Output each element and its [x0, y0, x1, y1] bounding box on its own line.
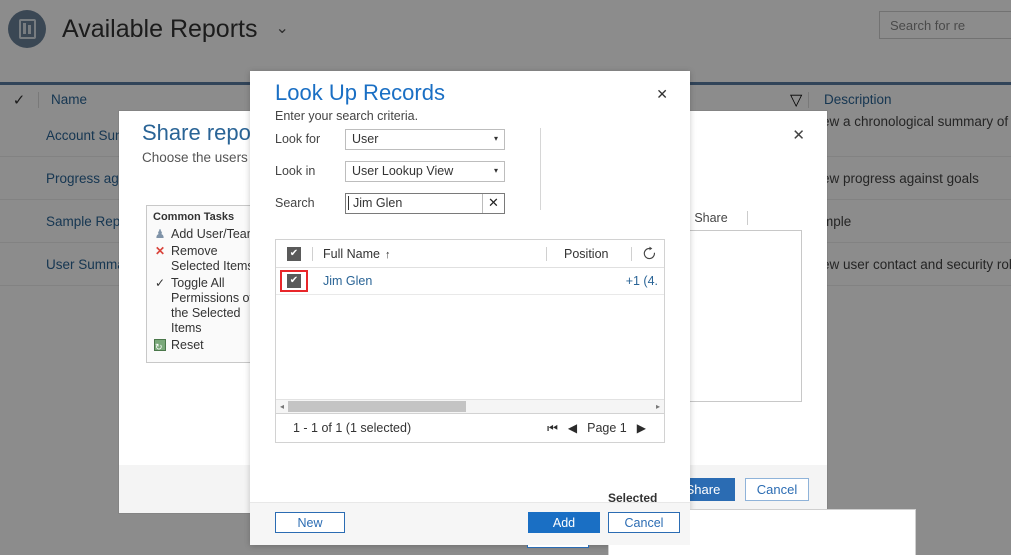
cancel-button[interactable]: Cancel: [608, 512, 680, 533]
common-task-reset[interactable]: ↻ Reset: [153, 338, 264, 353]
common-task-add-user-team[interactable]: ♟ Add User/Team: [153, 227, 264, 242]
select-all-checkbox[interactable]: ✔: [276, 247, 312, 261]
row-checkbox[interactable]: ✔: [276, 274, 312, 288]
first-page-icon[interactable]: ⏮: [547, 421, 558, 436]
report-description: ew user contact and security role inf: [812, 257, 1011, 272]
search-input[interactable]: Search for re: [879, 11, 1011, 39]
look-in-value: User Lookup View: [352, 164, 453, 178]
look-for-value: User: [352, 132, 378, 146]
report-book-icon: [8, 10, 46, 48]
results-pager: 1 - 1 of 1 (1 selected) ⏮ ◀ Page 1 ▶: [275, 414, 665, 443]
look-in-row: Look in User Lookup View ▾: [275, 158, 540, 184]
table-row[interactable]: ✔ Jim Glen +1 (4.: [276, 268, 664, 295]
close-icon[interactable]: ✕: [656, 87, 668, 101]
lookup-dialog-title: Look Up Records: [275, 80, 445, 106]
row-position: +1 (4.: [626, 274, 658, 288]
chevron-down-icon[interactable]: ⌄: [275, 21, 288, 37]
add-button[interactable]: Add: [528, 512, 600, 533]
refresh-icon[interactable]: [640, 244, 658, 262]
share-dialog-title: Share report: [142, 120, 264, 146]
cancel-button[interactable]: Cancel: [745, 478, 809, 501]
scrollbar-track[interactable]: [288, 401, 652, 412]
lookup-records-dialog: Look Up Records Enter your search criter…: [250, 71, 690, 545]
checkbox-checked-icon: ✔: [287, 274, 301, 288]
common-task-label: Reset: [171, 338, 204, 353]
column-separator: [747, 211, 748, 225]
column-header-position[interactable]: Position: [554, 247, 608, 261]
page-title: Available Reports: [62, 15, 257, 44]
results-grid-header: ✔ Full Name ↑ Position: [276, 240, 664, 268]
checkbox-checked-icon: ✔: [287, 247, 301, 261]
reset-icon: ↻: [153, 338, 167, 352]
column-header-name[interactable]: Name: [39, 92, 87, 107]
prev-page-icon[interactable]: ◀: [568, 421, 577, 435]
filter-icon[interactable]: ▽: [790, 90, 802, 110]
common-tasks-title: Common Tasks: [153, 211, 264, 223]
remove-x-icon: ✕: [153, 244, 167, 258]
close-icon[interactable]: ✕: [792, 128, 805, 143]
page-number-label: Page 1: [587, 421, 627, 435]
scroll-right-icon[interactable]: ▸: [652, 402, 664, 411]
chevron-down-icon: ▾: [494, 167, 498, 175]
lookup-search-form: Look for User ▾ Look in User Lookup View…: [275, 126, 540, 222]
scroll-left-icon[interactable]: ◂: [276, 402, 288, 411]
report-description: ew progress against goals: [812, 171, 979, 186]
pager-nav: ⏮ ◀ Page 1 ▶: [547, 421, 664, 436]
check-icon: ✓: [153, 276, 167, 290]
search-row: Search Jim Glen ✕: [275, 190, 540, 216]
look-in-select[interactable]: User Lookup View ▾: [345, 161, 505, 182]
next-page-icon[interactable]: ▶: [637, 421, 646, 435]
search-label: Search: [275, 196, 345, 210]
lookup-dialog-footer: New Add Cancel: [250, 502, 690, 545]
look-for-row: Look for User ▾: [275, 126, 540, 152]
column-header-description[interactable]: Description: [812, 92, 892, 107]
report-description: ew a chronological summary of an a: [812, 114, 1011, 129]
select-all-check-icon[interactable]: ✓: [0, 91, 38, 109]
scrollbar-thumb[interactable]: [288, 401, 466, 412]
app-header: Available Reports ⌄ Search for re: [0, 0, 1011, 58]
common-task-remove-selected[interactable]: ✕ Remove Selected Items: [153, 244, 264, 274]
user-add-icon: ♟: [153, 227, 167, 241]
column-header-full-name[interactable]: Full Name ↑: [313, 247, 390, 261]
common-task-label: Add User/Team: [171, 227, 257, 242]
look-in-label: Look in: [275, 164, 345, 178]
search-input[interactable]: Jim Glen ✕: [345, 193, 505, 214]
common-task-toggle-all[interactable]: ✓ Toggle All Permissions of the Selected…: [153, 276, 264, 336]
column-separator: [546, 247, 547, 261]
look-for-select[interactable]: User ▾: [345, 129, 505, 150]
sort-asc-icon: ↑: [385, 249, 391, 261]
chevron-down-icon: ▾: [494, 135, 498, 143]
column-separator: [631, 247, 632, 261]
lookup-dialog-subtitle: Enter your search criteria.: [275, 109, 418, 123]
lookup-results-grid: ✔ Full Name ↑ Position ✔: [275, 239, 665, 414]
look-for-label: Look for: [275, 132, 345, 146]
new-button[interactable]: New: [275, 512, 345, 533]
row-full-name[interactable]: Jim Glen: [312, 274, 372, 288]
search-input-value: Jim Glen: [348, 196, 402, 210]
horizontal-scrollbar[interactable]: ◂ ▸: [276, 399, 664, 413]
clear-search-icon[interactable]: ✕: [482, 194, 504, 213]
record-count-text: 1 - 1 of 1 (1 selected): [276, 421, 411, 435]
column-separator: [808, 92, 809, 108]
screen-root: Available Reports ⌄ Search for re ✓ Name…: [0, 0, 1011, 555]
column-header-full-name-text: Full Name: [323, 247, 380, 261]
form-divider: [540, 128, 541, 210]
